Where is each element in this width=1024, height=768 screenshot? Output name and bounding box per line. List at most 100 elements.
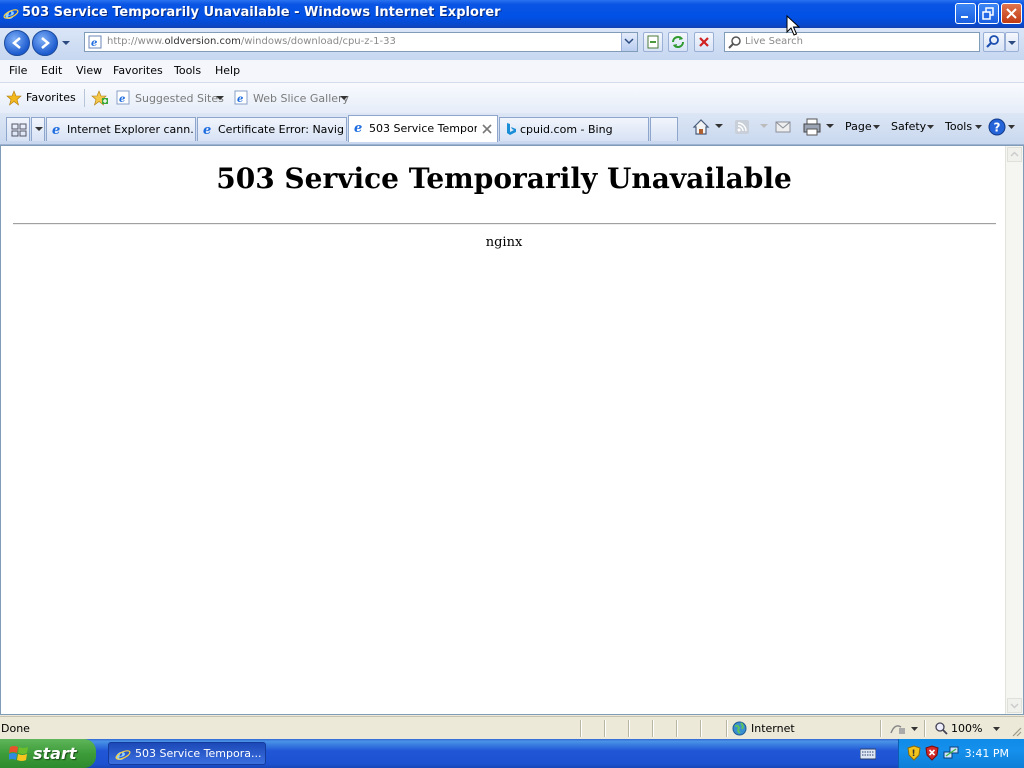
web-slice-gallery-button[interactable]: e Web Slice Gallery bbox=[234, 88, 350, 108]
minimize-icon bbox=[961, 16, 968, 18]
safety-menu-label: Safety bbox=[891, 120, 927, 133]
start-button[interactable]: start bbox=[0, 739, 96, 768]
page-icon: e bbox=[88, 35, 102, 49]
rss-feeds-icon[interactable] bbox=[734, 119, 750, 135]
tab-list-button[interactable] bbox=[31, 117, 45, 141]
menu-tools[interactable]: Tools bbox=[174, 64, 201, 77]
compatibility-view-button[interactable] bbox=[643, 32, 663, 52]
window-title: 503 Service Temporarily Unavailable - Wi… bbox=[22, 5, 501, 20]
chevron-down-icon[interactable] bbox=[715, 124, 723, 130]
add-favorites-icon[interactable] bbox=[91, 89, 109, 107]
address-bar[interactable]: e http://www.oldversion.com/windows/down… bbox=[84, 32, 638, 52]
recent-pages-dropdown-icon[interactable] bbox=[61, 38, 71, 48]
taskbar-item-ie[interactable]: e 503 Service Tempora... bbox=[108, 742, 266, 765]
chevron-down-icon[interactable] bbox=[826, 124, 834, 130]
stop-icon bbox=[699, 37, 709, 47]
new-tab-button[interactable] bbox=[650, 117, 678, 141]
svg-text:e: e bbox=[91, 38, 97, 49]
quick-tabs-icon bbox=[11, 123, 27, 137]
menu-favorites[interactable]: Favorites bbox=[113, 64, 163, 77]
windows-logo-icon bbox=[9, 746, 28, 761]
quick-tabs-button[interactable] bbox=[6, 117, 30, 141]
ie-page-icon: e bbox=[116, 90, 130, 105]
tab-bar: e Internet Explorer cann... e Certificat… bbox=[0, 113, 1024, 145]
help-menu-button[interactable]: ? bbox=[988, 117, 1018, 139]
refresh-button[interactable] bbox=[668, 32, 688, 52]
chevron-down-icon bbox=[993, 727, 1000, 731]
close-icon bbox=[1006, 8, 1017, 19]
protected-mode-icon[interactable] bbox=[889, 721, 907, 736]
close-tab-icon[interactable] bbox=[482, 124, 492, 134]
broken-page-icon bbox=[647, 35, 659, 49]
chevron-down-icon bbox=[340, 96, 348, 100]
search-options-button[interactable] bbox=[1005, 32, 1019, 52]
suggested-sites-button[interactable]: e Suggested Sites bbox=[116, 88, 226, 108]
chevron-down-icon[interactable] bbox=[911, 727, 918, 732]
minimize-button[interactable] bbox=[955, 3, 976, 24]
favorites-button[interactable]: Favorites bbox=[4, 88, 80, 108]
tab-internet-explorer-cannot[interactable]: e Internet Explorer cann... bbox=[46, 117, 196, 141]
tab-503-service[interactable]: e 503 Service Tempor... bbox=[348, 115, 498, 142]
security-shield-icon[interactable]: ! bbox=[907, 745, 921, 761]
menu-edit[interactable]: Edit bbox=[41, 64, 62, 77]
status-text: Done bbox=[1, 722, 30, 735]
safety-menu-button[interactable]: Safety bbox=[889, 113, 937, 141]
clock[interactable]: 3:41 PM bbox=[965, 747, 1009, 760]
favorites-bar: Favorites e Suggested Sites e Web Slice … bbox=[0, 83, 1024, 114]
scroll-down-icon bbox=[1010, 703, 1019, 709]
svg-text:e: e bbox=[52, 123, 60, 136]
bing-logo-icon bbox=[507, 123, 516, 135]
tools-menu-button[interactable]: Tools bbox=[943, 113, 985, 141]
taskbar: start e 503 Service Tempora... ! 3:41 PM bbox=[0, 739, 1024, 768]
star-icon bbox=[6, 90, 22, 106]
chevron-down-icon bbox=[624, 38, 634, 45]
tab-label: cpuid.com - Bing bbox=[520, 123, 613, 136]
security-zone-label[interactable]: Internet bbox=[751, 722, 795, 735]
forward-button[interactable] bbox=[32, 30, 58, 56]
ie-page-icon: e bbox=[234, 90, 248, 105]
read-mail-icon[interactable] bbox=[774, 119, 792, 135]
chevron-down-icon bbox=[975, 125, 982, 129]
address-dropdown-button[interactable] bbox=[621, 33, 637, 51]
home-icon[interactable] bbox=[692, 118, 710, 136]
tab-label: Certificate Error: Navig... bbox=[218, 123, 344, 136]
web-slice-gallery-label: Web Slice Gallery bbox=[253, 92, 350, 105]
title-bar[interactable]: e 503 Service Temporarily Unavailable - … bbox=[0, 0, 1024, 28]
stop-button[interactable] bbox=[694, 32, 714, 52]
search-placeholder: Live Search bbox=[745, 36, 803, 47]
search-box[interactable]: Live Search bbox=[724, 32, 980, 52]
close-button[interactable] bbox=[1001, 3, 1022, 24]
keyboard-language-icon[interactable] bbox=[860, 747, 876, 760]
zoom-level: 100% bbox=[951, 722, 983, 735]
vertical-scrollbar[interactable] bbox=[1005, 146, 1023, 714]
restore-button[interactable] bbox=[978, 3, 999, 24]
tab-certificate-error[interactable]: e Certificate Error: Navig... bbox=[197, 117, 347, 141]
search-go-button[interactable] bbox=[983, 32, 1005, 52]
chevron-down-icon bbox=[1008, 41, 1016, 45]
scroll-up-button[interactable] bbox=[1007, 147, 1022, 162]
print-icon[interactable] bbox=[802, 118, 822, 136]
scroll-down-button[interactable] bbox=[1007, 698, 1022, 713]
zoom-button[interactable]: 100% bbox=[934, 717, 1004, 739]
svg-text:e: e bbox=[203, 123, 211, 136]
back-button[interactable] bbox=[4, 30, 30, 56]
menu-help[interactable]: Help bbox=[215, 64, 240, 77]
network-icon[interactable] bbox=[943, 745, 959, 761]
resize-grip-icon[interactable] bbox=[1010, 725, 1022, 737]
search-icon bbox=[728, 36, 741, 49]
menu-view[interactable]: View bbox=[76, 64, 102, 77]
divider bbox=[580, 720, 582, 737]
ie-logo-icon: e bbox=[354, 121, 362, 134]
scroll-up-icon bbox=[1010, 151, 1019, 157]
back-arrow-icon bbox=[12, 37, 21, 49]
page-menu-button[interactable]: Page bbox=[843, 113, 883, 141]
ie-logo-icon: e bbox=[3, 5, 19, 21]
favorites-label: Favorites bbox=[26, 91, 76, 104]
security-alert-icon[interactable] bbox=[925, 745, 939, 761]
tab-cpuid-bing[interactable]: cpuid.com - Bing bbox=[499, 117, 649, 141]
svg-text:?: ? bbox=[994, 121, 1001, 135]
suggested-sites-label: Suggested Sites bbox=[135, 92, 224, 105]
help-icon: ? bbox=[988, 118, 1006, 136]
internet-zone-globe-icon bbox=[732, 721, 747, 736]
menu-file[interactable]: File bbox=[9, 64, 27, 77]
